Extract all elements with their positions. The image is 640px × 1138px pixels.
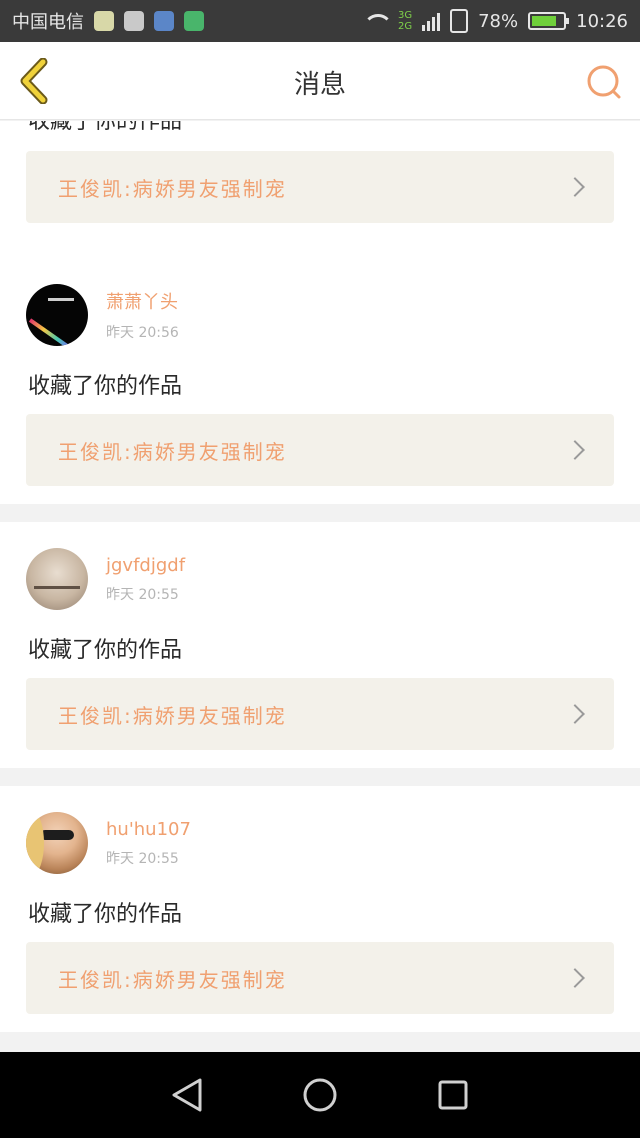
action-text: 收藏了你的作品 xyxy=(28,121,183,134)
username[interactable]: jgvfdjgdf xyxy=(106,555,185,576)
user-row: 萧萧丫头 昨天 20:56 xyxy=(26,284,179,346)
work-link[interactable]: 王俊凯:病娇男友强制宠 xyxy=(26,414,614,486)
user-meta: hu'hu107 昨天 20:55 xyxy=(106,819,191,868)
list-item: jgvfdjgdf 昨天 20:55 收藏了你的作品 王俊凯:病娇男友强制宠 xyxy=(0,522,640,768)
chevron-right-icon xyxy=(565,968,585,988)
battery-percent: 78% xyxy=(478,10,519,32)
search-button[interactable] xyxy=(584,62,624,102)
chevron-right-icon xyxy=(565,177,585,197)
carrier-name: 中国电信 xyxy=(12,12,84,33)
avatar[interactable] xyxy=(26,812,88,874)
network-type-bottom: 2G xyxy=(397,21,413,32)
timestamp: 昨天 20:55 xyxy=(106,586,179,603)
avatar[interactable] xyxy=(26,284,88,346)
work-link[interactable]: 王俊凯:病娇男友强制宠 xyxy=(26,942,614,1014)
status-bar-right: 3G 2G 78% 10:26 xyxy=(362,9,628,33)
username[interactable]: 萧萧丫头 xyxy=(106,288,179,314)
list-item: hu'hu107 昨天 20:55 收藏了你的作品 王俊凯:病娇男友强制宠 xyxy=(0,786,640,1032)
work-link[interactable]: 王俊凯:病娇男友强制宠 xyxy=(26,678,614,750)
chevron-right-icon xyxy=(565,440,585,460)
square-recents-icon xyxy=(438,1080,468,1110)
nav-recents-button[interactable] xyxy=(428,1070,478,1120)
signal-icon xyxy=(422,11,441,31)
user-row: hu'hu107 昨天 20:55 xyxy=(26,812,191,874)
status-bar: 中国电信 3G 2G 78% 10:26 xyxy=(0,0,640,42)
clock: 10:26 xyxy=(576,10,628,32)
app-header: 消息 xyxy=(0,42,640,120)
notification-app-icon xyxy=(124,11,144,31)
notification-app-icon xyxy=(154,11,174,31)
user-meta: jgvfdjgdf 昨天 20:55 xyxy=(106,555,185,604)
action-text: 收藏了你的作品 xyxy=(28,374,183,399)
triangle-back-icon xyxy=(172,1078,202,1112)
notification-app-icon xyxy=(184,11,204,31)
chevron-right-icon xyxy=(565,704,585,724)
user-row: jgvfdjgdf 昨天 20:55 xyxy=(26,548,185,610)
work-title: 王俊凯:病娇男友强制宠 xyxy=(58,703,287,728)
nav-back-button[interactable] xyxy=(162,1070,212,1120)
username[interactable]: hu'hu107 xyxy=(106,819,191,840)
search-icon xyxy=(587,65,621,99)
message-list[interactable]: 收藏了你的作品 王俊凯:病娇男友强制宠 萧萧丫头 昨天 20:56 收藏了你的作… xyxy=(0,121,640,1052)
list-item: 萧萧丫头 昨天 20:56 收藏了你的作品 王俊凯:病娇男友强制宠 xyxy=(0,258,640,504)
status-bar-left: 中国电信 xyxy=(12,8,204,34)
network-type-top: 3G xyxy=(397,10,413,21)
phone-icon xyxy=(450,9,469,33)
wifi-icon xyxy=(362,12,393,30)
page-title: 消息 xyxy=(293,70,346,100)
nav-home-button[interactable] xyxy=(295,1070,345,1120)
user-meta: 萧萧丫头 昨天 20:56 xyxy=(106,288,179,342)
work-title: 王俊凯:病娇男友强制宠 xyxy=(58,967,287,992)
action-text: 收藏了你的作品 xyxy=(28,902,183,927)
work-title: 王俊凯:病娇男友强制宠 xyxy=(58,176,287,201)
avatar[interactable] xyxy=(26,548,88,610)
action-text: 收藏了你的作品 xyxy=(28,638,183,663)
timestamp: 昨天 20:55 xyxy=(106,850,179,867)
system-nav-bar xyxy=(0,1052,640,1138)
timestamp: 昨天 20:56 xyxy=(106,325,179,341)
battery-icon xyxy=(528,12,570,30)
work-link[interactable]: 王俊凯:病娇男友强制宠 xyxy=(26,151,614,223)
work-title: 王俊凯:病娇男友强制宠 xyxy=(58,439,287,464)
circle-home-icon xyxy=(303,1078,337,1112)
notification-app-icon xyxy=(94,11,114,31)
network-type: 3G 2G xyxy=(398,10,412,32)
